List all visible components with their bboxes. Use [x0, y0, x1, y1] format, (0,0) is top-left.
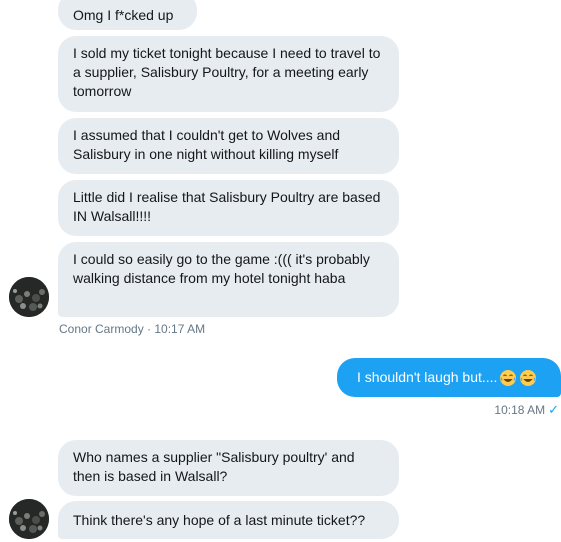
conversation-thread: Omg I f*cked up I sold my ticket tonight…	[0, 0, 561, 542]
message-text: I shouldn't laugh but....	[357, 369, 498, 385]
message-text: Little did I realise that Salisbury Poul…	[73, 189, 381, 224]
read-check-icon: ✓	[548, 402, 559, 417]
received-message[interactable]: Little did I realise that Salisbury Poul…	[58, 180, 399, 236]
sender-avatar[interactable]	[9, 277, 49, 317]
received-message[interactable]: Who names a supplier "Salisbury poultry'…	[58, 440, 399, 496]
avatar-image	[9, 277, 49, 317]
avatar-image	[9, 499, 49, 539]
sent-time: 10:18 AM	[494, 403, 546, 417]
received-message[interactable]: Think there's any hope of a last minute …	[58, 501, 399, 539]
tears-of-joy-emoji-icon	[520, 369, 537, 386]
sender-avatar[interactable]	[9, 499, 49, 539]
message-text: I assumed that I couldn't get to Wolves …	[73, 127, 341, 162]
message-text: Omg I f*cked up	[73, 7, 174, 23]
received-message[interactable]: I assumed that I couldn't get to Wolves …	[58, 118, 399, 174]
sent-meta: 10:18 AM ✓	[494, 402, 559, 418]
sent-message[interactable]: I shouldn't laugh but....	[337, 358, 561, 397]
message-text: Think there's any hope of a last minute …	[73, 512, 366, 528]
received-message[interactable]: I sold my ticket tonight because I need …	[58, 36, 399, 112]
message-text: I could so easily go to the game :((( it…	[73, 251, 370, 286]
message-text: I sold my ticket tonight because I need …	[73, 45, 381, 99]
tears-of-joy-emoji-icon	[500, 369, 517, 386]
received-message[interactable]: Omg I f*cked up	[58, 0, 197, 30]
sender-meta: Conor Carmody · 10:17 AM	[59, 322, 206, 336]
message-text: Who names a supplier "Salisbury poultry'…	[73, 449, 355, 484]
received-message[interactable]: I could so easily go to the game :((( it…	[58, 242, 399, 317]
